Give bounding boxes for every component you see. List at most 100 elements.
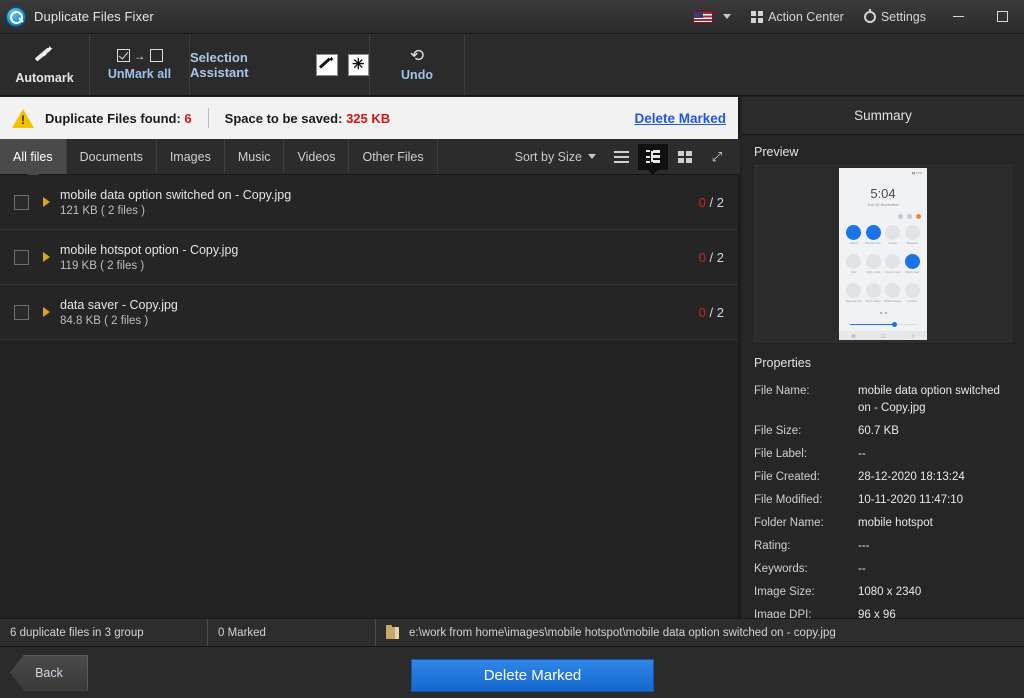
total-value: 2 bbox=[717, 305, 724, 320]
window-title: Duplicate Files Fixer bbox=[34, 9, 154, 24]
list-view-button[interactable] bbox=[606, 144, 636, 170]
undo-button[interactable]: ⟲ Undo bbox=[370, 34, 465, 95]
group-marked-count: 0 / 2 bbox=[699, 250, 724, 265]
language-selector[interactable] bbox=[683, 0, 741, 34]
magnifier-app-icon bbox=[6, 7, 26, 27]
sort-by-dropdown[interactable]: Sort by Size bbox=[507, 150, 604, 164]
group-texts: data saver - Copy.jpg 84.8 KB ( 2 files … bbox=[60, 298, 178, 327]
properties-section-title: Properties bbox=[742, 342, 1024, 376]
tile-label: Bluelight filter bbox=[865, 242, 881, 245]
tile-label: Mobile data bbox=[906, 271, 919, 274]
expand-group-icon[interactable] bbox=[43, 197, 50, 207]
preview-image-container[interactable]: ▮▮ 57% 5:04 Tue 10 November Sound Blueli… bbox=[754, 165, 1012, 342]
total-value: 2 bbox=[717, 195, 724, 210]
total-value: 2 bbox=[717, 250, 724, 265]
property-key: File Name: bbox=[754, 383, 858, 417]
table-row[interactable]: mobile hotspot option - Copy.jpg 119 KB … bbox=[0, 230, 738, 285]
tab-other-files[interactable]: Other Files bbox=[349, 139, 437, 174]
action-center-label: Action Center bbox=[768, 10, 844, 24]
tile-label: Location bbox=[907, 300, 917, 303]
maximize-button[interactable] bbox=[980, 0, 1024, 34]
marked-value: 0 bbox=[699, 305, 706, 320]
property-row: File Size:60.7 KB bbox=[754, 420, 1012, 443]
phone-date: Tue 10 November bbox=[839, 202, 927, 207]
delete-marked-button[interactable]: Delete Marked bbox=[411, 659, 654, 692]
property-key: File Modified: bbox=[754, 492, 858, 509]
phone-clock: 5:04 bbox=[839, 186, 927, 201]
count-separator: / bbox=[710, 305, 714, 320]
unmark-all-button[interactable]: → UnMark all bbox=[90, 34, 190, 95]
tab-label: Documents bbox=[80, 150, 143, 164]
group-checkbox[interactable] bbox=[14, 195, 29, 210]
group-checkbox[interactable] bbox=[14, 250, 29, 265]
tile-label: Blue light filter bbox=[846, 300, 862, 303]
expand-group-icon[interactable] bbox=[43, 252, 50, 262]
duplicate-files-found-label: Duplicate Files found: 6 bbox=[45, 111, 192, 126]
expand-group-icon[interactable] bbox=[43, 307, 50, 317]
automark-label: Automark bbox=[15, 71, 73, 85]
property-key: Keywords: bbox=[754, 561, 858, 578]
maximize-icon bbox=[997, 11, 1008, 22]
group-texts: mobile data option switched on - Copy.jp… bbox=[60, 188, 291, 217]
tile-label: Bluetooth bbox=[907, 242, 918, 245]
tab-label: Other Files bbox=[362, 150, 423, 164]
property-key: File Size: bbox=[754, 423, 858, 440]
property-key: File Created: bbox=[754, 469, 858, 486]
undo-label: Undo bbox=[401, 68, 433, 82]
group-marked-count: 0 / 2 bbox=[699, 195, 724, 210]
folder-icon bbox=[386, 627, 399, 639]
group-size: 121 KB ( 2 files ) bbox=[60, 205, 291, 217]
chevron-down-icon bbox=[723, 14, 731, 19]
chevron-down-icon bbox=[588, 154, 596, 159]
action-center-button[interactable]: Action Center bbox=[741, 0, 854, 34]
group-checkbox[interactable] bbox=[14, 305, 29, 320]
tab-label: Images bbox=[170, 150, 211, 164]
property-row: Folder Name:mobile hotspot bbox=[754, 512, 1012, 535]
property-row: File Label:-- bbox=[754, 443, 1012, 466]
property-value: -- bbox=[858, 446, 866, 463]
tab-all-files[interactable]: All files bbox=[0, 139, 67, 174]
detail-view-button[interactable] bbox=[638, 144, 668, 170]
phone-brightness-slider bbox=[845, 323, 921, 326]
property-value: -- bbox=[858, 561, 866, 578]
property-key: File Label: bbox=[754, 446, 858, 463]
preview-section-title: Preview bbox=[742, 135, 1024, 165]
tab-label: Videos bbox=[297, 150, 335, 164]
marked-value: 0 bbox=[699, 195, 706, 210]
summary-panel: Summary Preview ▮▮ 57% 5:04 Tue 10 Novem… bbox=[742, 97, 1024, 618]
table-row[interactable]: data saver - Copy.jpg 84.8 KB ( 2 files … bbox=[0, 285, 738, 340]
table-row[interactable]: mobile data option switched on - Copy.jp… bbox=[0, 175, 738, 230]
grid-view-button[interactable] bbox=[670, 144, 700, 170]
status-marked-count: 0 Marked bbox=[208, 619, 376, 646]
tab-documents[interactable]: Documents bbox=[67, 139, 157, 174]
phone-quick-settings: Sound Bluelight filter Portrait Bluetoot… bbox=[844, 225, 922, 303]
automark-button[interactable]: ✦✦ Automark bbox=[0, 34, 90, 95]
expand-view-button[interactable]: ⤢ bbox=[702, 144, 732, 170]
grid-icon bbox=[751, 11, 763, 23]
tab-music[interactable]: Music bbox=[225, 139, 285, 174]
property-value: mobile data option switched on - Copy.jp… bbox=[858, 383, 1012, 417]
group-marked-count: 0 / 2 bbox=[699, 305, 724, 320]
property-key: Image Size: bbox=[754, 584, 858, 601]
duplicate-groups-list[interactable]: mobile data option switched on - Copy.jp… bbox=[0, 175, 740, 618]
property-value: mobile hotspot bbox=[858, 515, 933, 532]
tile-label: Torch bbox=[851, 271, 857, 274]
back-button[interactable]: Back bbox=[10, 655, 88, 691]
phone-status-bar: ▮▮ 57% bbox=[912, 171, 922, 175]
group-rows: mobile data option switched on - Copy.jp… bbox=[0, 175, 738, 340]
gear-icon bbox=[864, 11, 876, 23]
category-tabs-bar: All files Documents Images Music Videos … bbox=[0, 139, 740, 175]
title-bar: Duplicate Files Fixer Action Center Sett… bbox=[0, 0, 1024, 34]
selection-assistant-wand-button[interactable]: ✦ bbox=[316, 54, 337, 76]
tab-images[interactable]: Images bbox=[157, 139, 225, 174]
tile-label: Power mode bbox=[885, 271, 900, 274]
delete-marked-link[interactable]: Delete Marked bbox=[634, 111, 726, 126]
selection-assistant-group: Selection Assistant ✦ ✳ bbox=[190, 34, 370, 95]
property-value: --- bbox=[858, 538, 870, 555]
tab-videos[interactable]: Videos bbox=[284, 139, 349, 174]
settings-button[interactable]: Settings bbox=[854, 0, 936, 34]
minimize-button[interactable] bbox=[936, 0, 980, 34]
property-value: 60.7 KB bbox=[858, 423, 899, 440]
status-bar: 6 duplicate files in 3 group 0 Marked e:… bbox=[0, 618, 1024, 647]
selection-assistant-tools-button[interactable]: ✳ bbox=[348, 54, 369, 76]
